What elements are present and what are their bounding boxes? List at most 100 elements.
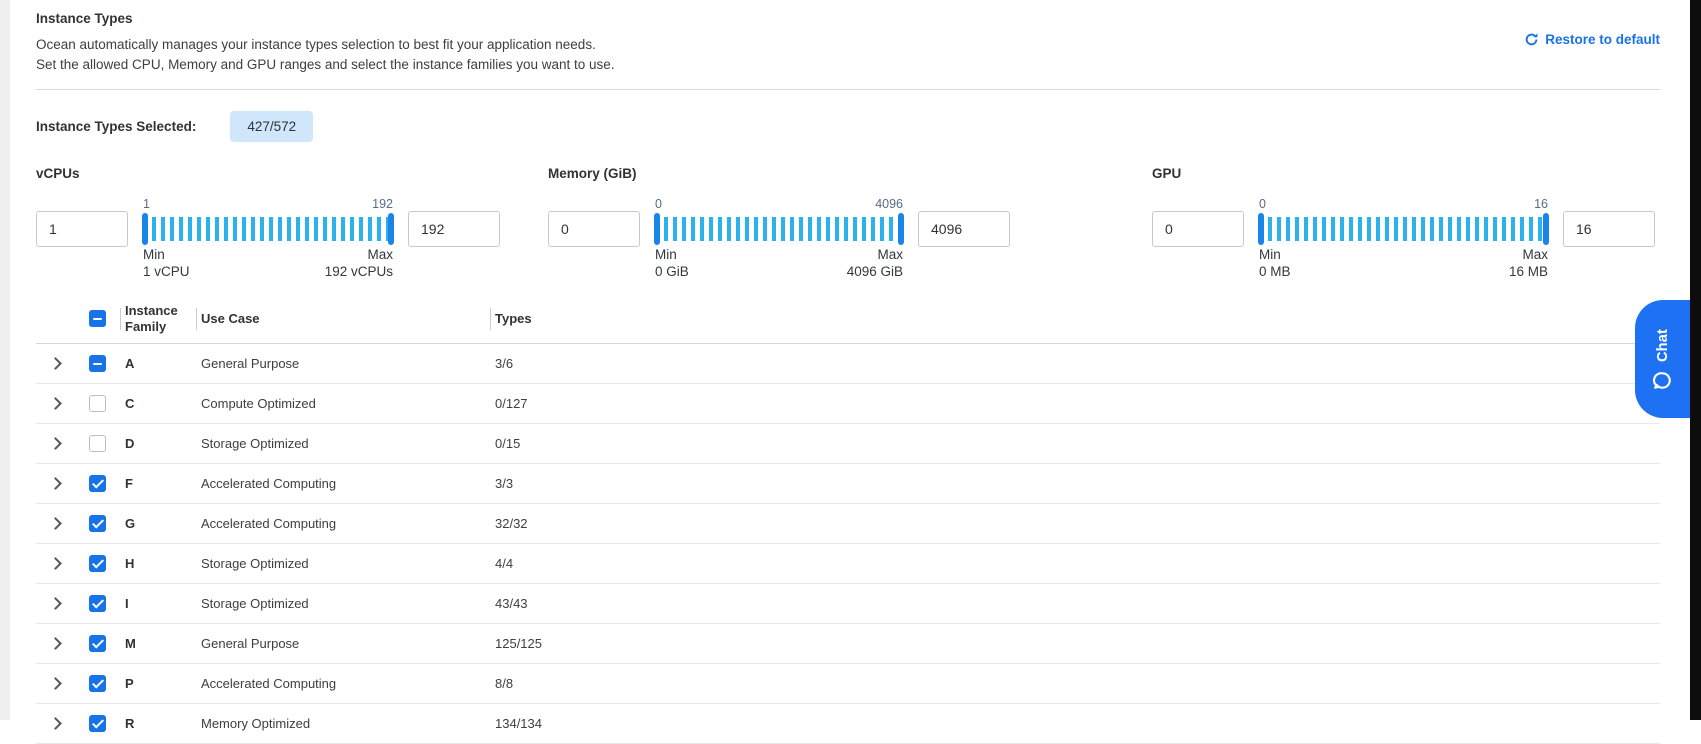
- row-checkbox[interactable]: [89, 355, 106, 372]
- right-edge-strip: [1690, 0, 1701, 720]
- table-row[interactable]: M General Purpose 125/125: [36, 624, 1660, 664]
- row-checkbox[interactable]: [89, 635, 106, 652]
- restore-to-default-button[interactable]: Restore to default: [1524, 32, 1660, 47]
- gpu-max-tick-label: 16: [1534, 197, 1548, 214]
- gpu-slider-track[interactable]: [1259, 217, 1548, 241]
- refresh-icon: [1524, 32, 1539, 47]
- vcpus-min-caption: Min: [143, 246, 190, 263]
- use-case-label: Storage Optimized: [196, 556, 490, 571]
- chevron-right-icon[interactable]: [49, 357, 62, 370]
- chevron-right-icon[interactable]: [49, 557, 62, 570]
- chat-button-label: Chat: [1655, 328, 1671, 361]
- vcpus-min-handle[interactable]: [142, 213, 148, 245]
- gpu-section: GPU 0 16 Min 0 MB: [1152, 166, 1655, 280]
- gpu-label: GPU: [1152, 166, 1655, 181]
- row-checkbox[interactable]: [89, 595, 106, 612]
- use-case-label: Storage Optimized: [196, 436, 490, 451]
- use-case-label: Memory Optimized: [196, 716, 490, 731]
- gpu-max-unit: 16 MB: [1509, 263, 1548, 280]
- instance-table-body: A General Purpose 3/6 C Compute Optimize…: [36, 344, 1660, 744]
- memory-max-input[interactable]: [918, 211, 1010, 247]
- row-checkbox[interactable]: [89, 555, 106, 572]
- chevron-right-icon[interactable]: [49, 637, 62, 650]
- table-header-row: Instance Family Use Case Types: [36, 294, 1660, 344]
- vcpus-min-input[interactable]: [36, 211, 128, 247]
- memory-min-handle[interactable]: [654, 213, 660, 245]
- row-checkbox[interactable]: [89, 515, 106, 532]
- selected-count-label: Instance Types Selected:: [36, 119, 196, 134]
- table-row[interactable]: H Storage Optimized 4/4: [36, 544, 1660, 584]
- memory-min-input[interactable]: [548, 211, 640, 247]
- types-count: 3/3: [490, 476, 1660, 491]
- chat-bubble-icon: [1653, 371, 1672, 390]
- vcpus-max-tick-label: 192: [372, 197, 393, 214]
- chevron-right-icon[interactable]: [49, 437, 62, 450]
- types-column-header: Types: [490, 307, 1660, 331]
- row-checkbox[interactable]: [89, 395, 106, 412]
- row-checkbox[interactable]: [89, 435, 106, 452]
- types-count: 4/4: [490, 556, 1660, 571]
- row-checkbox[interactable]: [89, 475, 106, 492]
- select-all-checkbox[interactable]: [89, 310, 106, 327]
- vcpus-max-unit: 192 vCPUs: [325, 263, 393, 280]
- use-case-label: Storage Optimized: [196, 596, 490, 611]
- use-case-column-header: Use Case: [196, 307, 490, 331]
- family-label: P: [120, 676, 196, 691]
- family-label: R: [120, 716, 196, 731]
- use-case-label: Accelerated Computing: [196, 516, 490, 531]
- types-count: 0/15: [490, 436, 1660, 451]
- memory-max-caption: Max: [847, 246, 903, 263]
- vcpus-label: vCPUs: [36, 166, 500, 181]
- chevron-right-icon[interactable]: [49, 597, 62, 610]
- table-row[interactable]: D Storage Optimized 0/15: [36, 424, 1660, 464]
- table-row[interactable]: R Memory Optimized 134/134: [36, 704, 1660, 744]
- memory-max-handle[interactable]: [898, 213, 904, 245]
- types-count: 8/8: [490, 676, 1660, 691]
- vcpus-max-handle[interactable]: [388, 213, 394, 245]
- selected-count-badge: 427/572: [230, 111, 313, 142]
- description-line-2: Set the allowed CPU, Memory and GPU rang…: [36, 55, 1660, 75]
- memory-min-tick-label: 0: [655, 197, 662, 214]
- description-line-1: Ocean automatically manages your instanc…: [36, 35, 1660, 55]
- gpu-max-input[interactable]: [1563, 211, 1655, 247]
- chat-button[interactable]: Chat: [1635, 300, 1690, 418]
- gpu-min-tick-label: 0: [1259, 197, 1266, 214]
- chevron-right-icon[interactable]: [49, 517, 62, 530]
- table-row[interactable]: G Accelerated Computing 32/32: [36, 504, 1660, 544]
- chevron-right-icon[interactable]: [49, 477, 62, 490]
- memory-min-unit: 0 GiB: [655, 263, 689, 280]
- gpu-min-handle[interactable]: [1258, 213, 1264, 245]
- gpu-max-handle[interactable]: [1543, 213, 1549, 245]
- gpu-min-input[interactable]: [1152, 211, 1244, 247]
- table-row[interactable]: C Compute Optimized 0/127: [36, 384, 1660, 424]
- restore-to-default-label: Restore to default: [1545, 32, 1660, 47]
- gpu-max-caption: Max: [1509, 246, 1548, 263]
- vcpus-max-input[interactable]: [408, 211, 500, 247]
- family-label: C: [120, 396, 196, 411]
- gpu-min-caption: Min: [1259, 246, 1291, 263]
- family-column-header: Instance Family: [120, 299, 196, 339]
- family-label: A: [120, 356, 196, 371]
- row-checkbox[interactable]: [89, 675, 106, 692]
- table-row[interactable]: I Storage Optimized 43/43: [36, 584, 1660, 624]
- chevron-right-icon[interactable]: [49, 677, 62, 690]
- vcpus-min-unit: 1 vCPU: [143, 263, 190, 280]
- family-label: H: [120, 556, 196, 571]
- instance-family-table: Instance Family Use Case Types A General…: [36, 294, 1660, 744]
- table-row[interactable]: A General Purpose 3/6: [36, 344, 1660, 384]
- vcpus-min-tick-label: 1: [143, 197, 150, 214]
- memory-slider-track[interactable]: [655, 217, 903, 241]
- family-label: F: [120, 476, 196, 491]
- memory-max-tick-label: 4096: [875, 197, 903, 214]
- types-count: 43/43: [490, 596, 1660, 611]
- vcpus-slider-track[interactable]: [143, 217, 393, 241]
- row-checkbox[interactable]: [89, 715, 106, 732]
- table-row[interactable]: F Accelerated Computing 3/3: [36, 464, 1660, 504]
- table-row[interactable]: P Accelerated Computing 8/8: [36, 664, 1660, 704]
- instance-types-panel: Instance Types Ocean automatically manag…: [36, 0, 1660, 744]
- selected-count-row: Instance Types Selected: 427/572: [36, 111, 1660, 142]
- chevron-right-icon[interactable]: [49, 717, 62, 730]
- chevron-right-icon[interactable]: [49, 397, 62, 410]
- expand-column-header: [36, 315, 80, 323]
- page-title: Instance Types: [36, 11, 1660, 26]
